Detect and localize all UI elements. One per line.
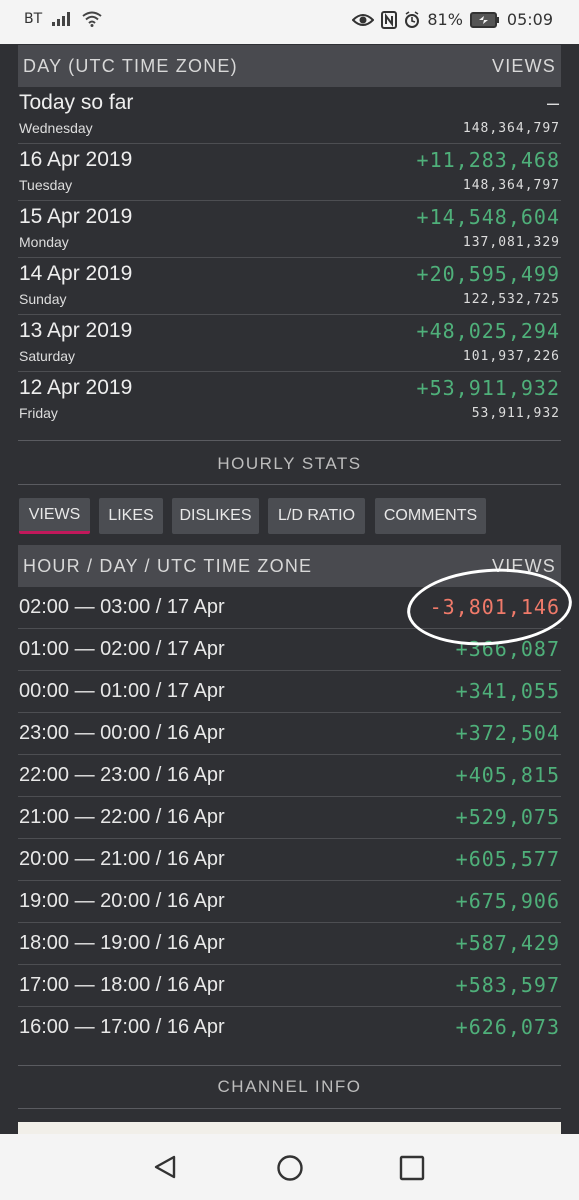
hourly-row: 17:00 — 18:00 / 16 Apr +583,597 bbox=[18, 965, 561, 1007]
hourly-value: +605,577 bbox=[455, 847, 560, 871]
tab-comments[interactable]: COMMENTS bbox=[375, 498, 486, 534]
hourly-period: 02:00 — 03:00 / 17 Apr bbox=[19, 596, 225, 618]
hourly-row: 00:00 — 01:00 / 17 Apr +341,055 bbox=[18, 671, 561, 713]
status-right: 81% 05:09 bbox=[352, 10, 553, 29]
hourly-stats-title: HOURLY STATS bbox=[217, 454, 362, 473]
navigation-bar bbox=[0, 1134, 579, 1200]
daily-total: 137,081,329 bbox=[462, 235, 560, 250]
wifi-icon bbox=[82, 11, 102, 27]
daily-delta: +20,595,499 bbox=[416, 262, 560, 286]
hourly-period: 21:00 — 22:00 / 16 Apr bbox=[19, 806, 225, 828]
hourly-row: 16:00 — 17:00 / 16 Apr +626,073 bbox=[18, 1007, 561, 1049]
daily-delta: +53,911,932 bbox=[416, 376, 560, 400]
daily-weekday: Monday bbox=[19, 234, 69, 250]
daily-weekday: Tuesday bbox=[19, 177, 73, 193]
hourly-period: 18:00 — 19:00 / 16 Apr bbox=[19, 932, 225, 954]
hourly-value: +626,073 bbox=[455, 1015, 560, 1039]
clock: 05:09 bbox=[506, 10, 553, 29]
hourly-value: +341,055 bbox=[455, 679, 560, 703]
hourly-value: +366,087 bbox=[455, 637, 560, 661]
hourly-header-hour: HOUR / DAY / UTC TIME ZONE bbox=[23, 555, 313, 576]
daily-row: 12 Apr 2019 Friday +53,911,932 53,911,93… bbox=[18, 372, 561, 429]
daily-table-header: DAY (UTC TIME ZONE) VIEWS bbox=[18, 45, 561, 87]
hourly-period: 16:00 — 17:00 / 16 Apr bbox=[19, 1016, 225, 1038]
hourly-row: 19:00 — 20:00 / 16 Apr +675,906 bbox=[18, 881, 561, 923]
tab-ld-ratio[interactable]: L/D RATIO bbox=[268, 498, 365, 534]
hourly-row: 18:00 — 19:00 / 16 Apr +587,429 bbox=[18, 923, 561, 965]
hourly-row: 02:00 — 03:00 / 17 Apr -3,801,146 bbox=[18, 587, 561, 629]
hourly-row: 23:00 — 00:00 / 16 Apr +372,504 bbox=[18, 713, 561, 755]
section-divider bbox=[18, 1108, 561, 1109]
hourly-row: 20:00 — 21:00 / 16 Apr +605,577 bbox=[18, 839, 561, 881]
daily-delta: +11,283,468 bbox=[416, 148, 560, 172]
daily-total: 101,937,226 bbox=[462, 349, 560, 364]
hourly-period: 17:00 — 18:00 / 16 Apr bbox=[19, 974, 225, 996]
daily-date: 12 Apr 2019 bbox=[19, 376, 133, 399]
hourly-row: 21:00 — 22:00 / 16 Apr +529,075 bbox=[18, 797, 561, 839]
back-icon[interactable] bbox=[152, 1154, 178, 1180]
daily-total: 53,911,932 bbox=[471, 406, 560, 421]
daily-row: 15 Apr 2019 Monday +14,548,604 137,081,3… bbox=[18, 201, 561, 258]
hourly-period: 00:00 — 01:00 / 17 Apr bbox=[19, 680, 225, 702]
section-divider bbox=[18, 1065, 561, 1066]
channel-info-card bbox=[18, 1122, 561, 1134]
daily-date: 13 Apr 2019 bbox=[19, 319, 133, 342]
daily-delta: – bbox=[546, 91, 560, 115]
hourly-value: +529,075 bbox=[455, 805, 560, 829]
home-icon[interactable] bbox=[276, 1154, 304, 1182]
hourly-value: +583,597 bbox=[455, 973, 560, 997]
battery-charging-icon bbox=[469, 11, 499, 28]
hourly-value: +405,815 bbox=[455, 763, 560, 787]
signal-icon bbox=[52, 12, 71, 26]
eye-icon bbox=[352, 13, 375, 26]
daily-total: 148,364,797 bbox=[462, 121, 560, 136]
recents-icon[interactable] bbox=[399, 1155, 425, 1181]
hourly-value: -3,801,146 bbox=[429, 595, 560, 619]
carrier-label: BT bbox=[24, 11, 43, 27]
alarm-icon bbox=[405, 10, 420, 28]
daily-weekday: Sunday bbox=[19, 291, 67, 307]
daily-weekday: Saturday bbox=[19, 348, 76, 364]
hourly-period: 22:00 — 23:00 / 16 Apr bbox=[19, 764, 225, 786]
tab-dislikes[interactable]: DISLIKES bbox=[172, 498, 259, 534]
daily-header-views: VIEWS bbox=[491, 55, 556, 76]
section-divider bbox=[18, 484, 561, 485]
daily-date: 15 Apr 2019 bbox=[19, 205, 133, 228]
hourly-header-views: VIEWS bbox=[491, 555, 556, 576]
section-divider bbox=[18, 440, 561, 441]
hourly-period: 19:00 — 20:00 / 16 Apr bbox=[19, 890, 225, 912]
daily-row: 14 Apr 2019 Sunday +20,595,499 122,532,7… bbox=[18, 258, 561, 315]
hourly-value: +372,504 bbox=[455, 721, 560, 745]
hourly-value: +675,906 bbox=[455, 889, 560, 913]
daily-delta: +14,548,604 bbox=[416, 205, 560, 229]
channel-info-title: CHANNEL INFO bbox=[217, 1077, 362, 1096]
hourly-row: 22:00 — 23:00 / 16 Apr +405,815 bbox=[18, 755, 561, 797]
daily-total: 122,532,725 bbox=[462, 292, 560, 307]
daily-weekday: Friday bbox=[19, 405, 58, 421]
tab-likes[interactable]: LIKES bbox=[99, 498, 163, 534]
hourly-value: +587,429 bbox=[455, 931, 560, 955]
daily-row: Today so far Wednesday – 148,364,797 bbox=[18, 87, 561, 144]
daily-delta: +48,025,294 bbox=[416, 319, 560, 343]
battery-percent: 81% bbox=[427, 10, 463, 29]
daily-date: Today so far bbox=[19, 91, 134, 114]
stats-page[interactable]: DAY (UTC TIME ZONE) VIEWS Today so far W… bbox=[0, 44, 579, 1134]
daily-weekday: Wednesday bbox=[19, 120, 93, 136]
daily-row: 13 Apr 2019 Saturday +48,025,294 101,937… bbox=[18, 315, 561, 372]
daily-total: 148,364,797 bbox=[462, 178, 560, 193]
nfc-icon bbox=[381, 10, 398, 29]
daily-date: 16 Apr 2019 bbox=[19, 148, 133, 171]
status-left: BT bbox=[24, 11, 102, 27]
hourly-row: 01:00 — 02:00 / 17 Apr +366,087 bbox=[18, 629, 561, 671]
status-bar: BT 81% 05:09 bbox=[0, 0, 579, 44]
hourly-period: 01:00 — 02:00 / 17 Apr bbox=[19, 638, 225, 660]
daily-header-day: DAY (UTC TIME ZONE) bbox=[23, 55, 238, 76]
hourly-table-header: HOUR / DAY / UTC TIME ZONE VIEWS bbox=[18, 545, 561, 587]
tab-views[interactable]: VIEWS bbox=[19, 498, 90, 534]
daily-date: 14 Apr 2019 bbox=[19, 262, 133, 285]
hourly-period: 23:00 — 00:00 / 16 Apr bbox=[19, 722, 225, 744]
hourly-period: 20:00 — 21:00 / 16 Apr bbox=[19, 848, 225, 870]
daily-row: 16 Apr 2019 Tuesday +11,283,468 148,364,… bbox=[18, 144, 561, 201]
